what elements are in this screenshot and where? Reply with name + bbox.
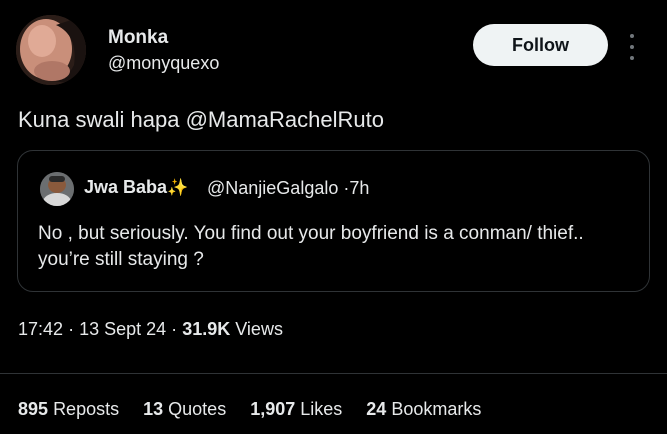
quoted-tweet-text: No , but seriously. You find out your bo… [38, 223, 584, 270]
quoted-author-name-text: Jwa Baba [84, 177, 168, 197]
tweet-mention-link[interactable]: @MamaRachelRuto [186, 107, 384, 132]
more-options-icon[interactable] [627, 34, 637, 60]
quoted-author-handle-line: @NanjieGalgalo ·7h [207, 178, 369, 199]
bookmarks-stat[interactable]: 24 Bookmarks [366, 399, 481, 420]
quoted-time[interactable]: 7h [349, 178, 369, 198]
meta-separator: · [68, 319, 75, 339]
likes-count: 1,907 [250, 399, 296, 419]
quoted-tweet-card[interactable]: Jwa Baba✨ @NanjieGalgalo ·7h No , but se… [17, 150, 650, 292]
quoted-author-name[interactable]: Jwa Baba✨ [84, 177, 188, 198]
engagement-stats: 895 Reposts 13 Quotes 1,907 Likes 24 Boo… [18, 399, 481, 420]
author-handle[interactable]: @monyquexo [108, 53, 219, 74]
tweet-time[interactable]: 17:42 [18, 319, 63, 339]
dot [630, 56, 634, 60]
tweet-meta: 17:42 · 13 Sept 24 · 31.9K Views [18, 319, 283, 340]
reposts-stat[interactable]: 895 Reposts [18, 399, 119, 420]
quoted-author-avatar[interactable] [40, 172, 74, 206]
divider [0, 373, 667, 374]
tweet-text-body: Kuna swali hapa [18, 107, 186, 132]
views-label: Views [235, 319, 283, 339]
bookmarks-label: Bookmarks [391, 399, 482, 419]
author-avatar-image [16, 15, 86, 85]
follow-button[interactable]: Follow [473, 24, 608, 66]
author-avatar[interactable] [16, 15, 86, 85]
likes-label: Likes [300, 399, 343, 419]
tweet-text: Kuna swali hapa @MamaRachelRuto [18, 107, 384, 133]
sparkle-icon: ✨ [167, 178, 189, 197]
quoted-author-avatar-image [40, 172, 74, 206]
dot [630, 34, 634, 38]
reposts-label: Reposts [53, 399, 120, 419]
quotes-stat[interactable]: 13 Quotes [143, 399, 226, 420]
bookmarks-count: 24 [366, 399, 387, 419]
tweet-date[interactable]: 13 Sept 24 [79, 319, 166, 339]
views-count: 31.9K [182, 319, 231, 339]
reposts-count: 895 [18, 399, 49, 419]
quotes-label: Quotes [168, 399, 227, 419]
quotes-count: 13 [143, 399, 164, 419]
quoted-author-handle[interactable]: @NanjieGalgalo [207, 178, 338, 198]
author-name[interactable]: Monka [108, 27, 168, 49]
likes-stat[interactable]: 1,907 Likes [250, 399, 342, 420]
meta-separator: · [171, 319, 178, 339]
dot [630, 45, 634, 49]
